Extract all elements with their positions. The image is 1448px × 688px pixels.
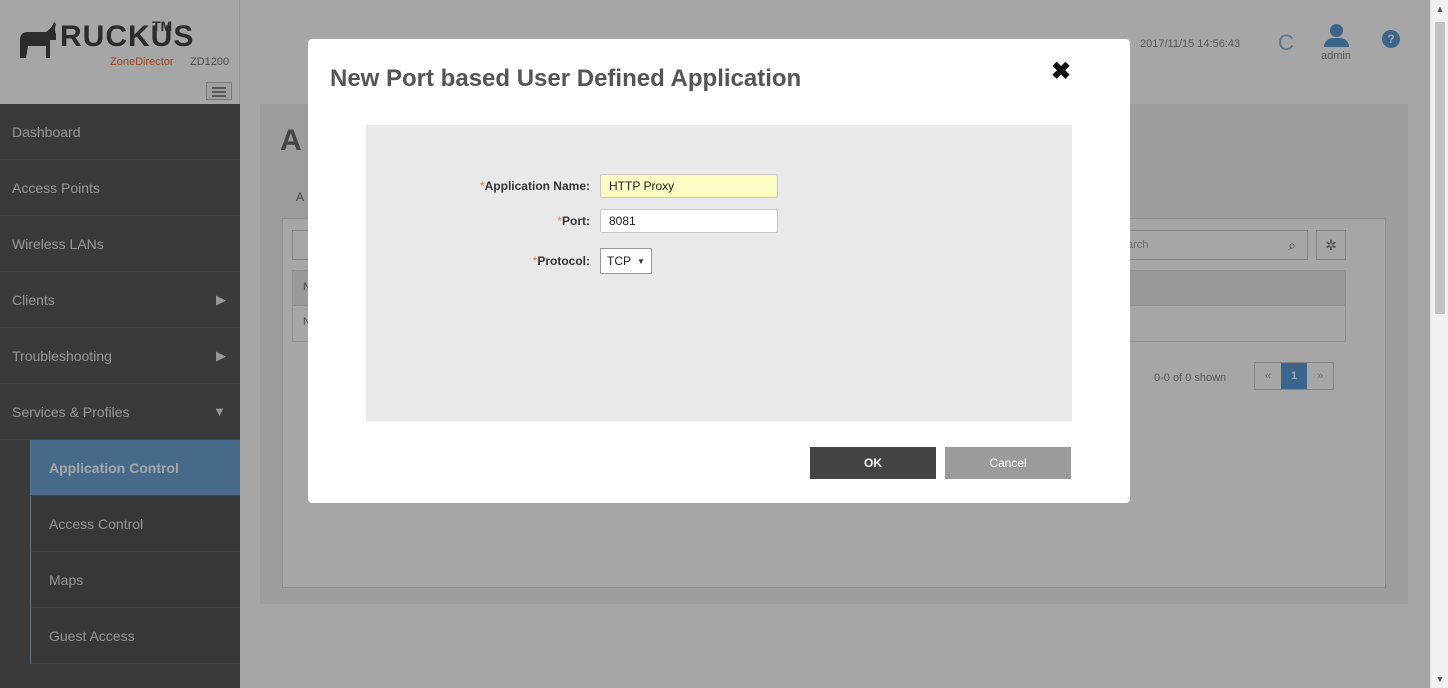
form-area: *Application Name: *Port: *Protocol: TCP… [366, 125, 1072, 421]
scroll-thumb[interactable] [1435, 22, 1445, 314]
scroll-down-arrow-icon[interactable]: ▼ [1431, 670, 1448, 688]
close-icon[interactable]: ✖ [1046, 57, 1076, 87]
form-row-protocol: *Protocol: TCP ▼ [366, 248, 652, 274]
label-text: Application Name: [484, 179, 590, 193]
form-row-application-name: *Application Name: [366, 174, 778, 198]
dialog-title: New Port based User Defined Application [330, 65, 802, 92]
ok-button[interactable]: OK [810, 447, 936, 479]
port-input[interactable] [600, 209, 778, 233]
scroll-up-arrow-icon[interactable]: ▲ [1431, 0, 1448, 18]
protocol-select[interactable]: TCP ▼ [600, 248, 652, 274]
cancel-button[interactable]: Cancel [945, 447, 1071, 479]
form-row-port: *Port: [366, 209, 778, 233]
new-application-dialog: New Port based User Defined Application … [308, 39, 1130, 503]
chevron-down-icon: ▼ [637, 256, 645, 266]
label-text: Port: [562, 214, 590, 228]
application-name-input[interactable] [600, 174, 778, 198]
port-label: *Port: [366, 214, 600, 228]
protocol-label: *Protocol: [366, 254, 600, 268]
label-text: Protocol: [537, 254, 590, 268]
protocol-selected-value: TCP [607, 254, 631, 268]
page-scrollbar[interactable]: ▲ ▼ [1430, 0, 1448, 688]
application-name-label: *Application Name: [366, 179, 600, 193]
